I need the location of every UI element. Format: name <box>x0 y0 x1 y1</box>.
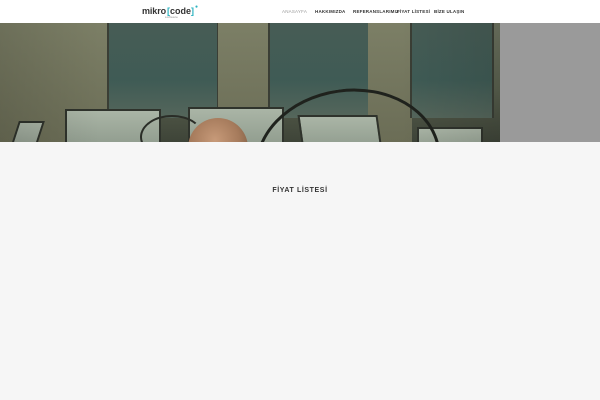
nav-item-hakkimizda[interactable]: HAKKIMIZDA <box>315 9 346 14</box>
hero-vignette <box>0 23 500 142</box>
logo-word: mikro <box>142 6 167 16</box>
nav-item-fiyat-listesi[interactable]: FİYAT LİSTESİ <box>397 9 430 14</box>
nav-item-referanslarimiz[interactable]: REFERANSLARIMIZ <box>353 9 399 14</box>
logo-bracket-close: ] <box>191 6 195 16</box>
site-logo[interactable]: mikro [code] ● software <box>142 3 198 19</box>
site-header: mikro [code] ● software ANASAYFA HAKKIMI… <box>0 0 600 24</box>
nav-item-anasayfa[interactable]: ANASAYFA <box>282 9 307 14</box>
nav-item-bize-ulasin[interactable]: BİZE ULAŞIN <box>434 9 464 14</box>
hero-image <box>0 23 500 142</box>
logo-mark-icon: ● <box>195 4 199 10</box>
section-title: FİYAT LİSTESİ <box>272 186 328 194</box>
logo-tagline: software <box>165 15 178 19</box>
hero-side-panel <box>500 23 600 142</box>
